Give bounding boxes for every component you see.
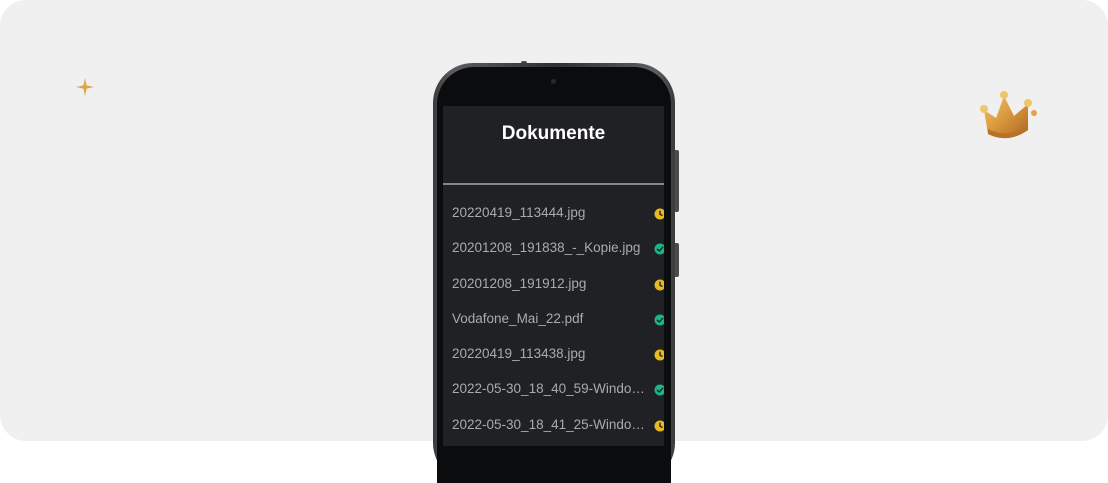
file-name: 20201208_191838_-_Kopie.jpg xyxy=(452,240,641,256)
file-name: 20220419_113444.jpg xyxy=(452,205,586,220)
check-icon xyxy=(654,243,664,255)
file-row[interactable]: 2022-05-30_18_40_59-Windows.jpg xyxy=(443,372,664,407)
file-row[interactable]: 2022-05-30_18_41_25-Windows.jpg xyxy=(443,408,664,443)
file-row[interactable]: 20220419_113444.jpg xyxy=(443,196,664,231)
file-row[interactable]: 20201208_191912.jpg xyxy=(443,267,664,302)
file-row[interactable]: 20201208_191838_-_Kopie.jpg xyxy=(443,231,664,266)
file-name: 2022-05-30_18_41_25-Windows.jpg xyxy=(452,416,645,432)
file-name: Vodafone_Mai_22.pdf xyxy=(452,310,584,326)
divider xyxy=(443,183,664,185)
file-name: 20220419_113438.jpg xyxy=(452,346,586,362)
check-icon xyxy=(654,384,664,396)
camera xyxy=(551,79,556,84)
file-row[interactable]: Vodafone_Mai_22.pdf xyxy=(443,302,664,337)
crown-icon xyxy=(980,91,1037,139)
file-name: 2022-05-30_18_40_59-Windows.jpg xyxy=(452,381,645,397)
clock-icon xyxy=(654,279,664,291)
clock-icon xyxy=(654,420,664,432)
file-list: 20220419_113444.jpg 20201208_191838_-_Kop… xyxy=(443,196,664,443)
clock-icon xyxy=(654,208,664,220)
clock-icon xyxy=(654,349,664,361)
file-row[interactable]: 20220419_113438.jpg xyxy=(443,337,664,372)
sparkle-icon xyxy=(76,78,94,96)
phone-screen: Dokumente 20220419_113444.jpg 20201208_19… xyxy=(443,106,664,446)
file-name: 20201208_191912.jpg xyxy=(452,275,587,291)
check-icon xyxy=(654,314,664,326)
page-title: Dokumente xyxy=(501,123,606,144)
